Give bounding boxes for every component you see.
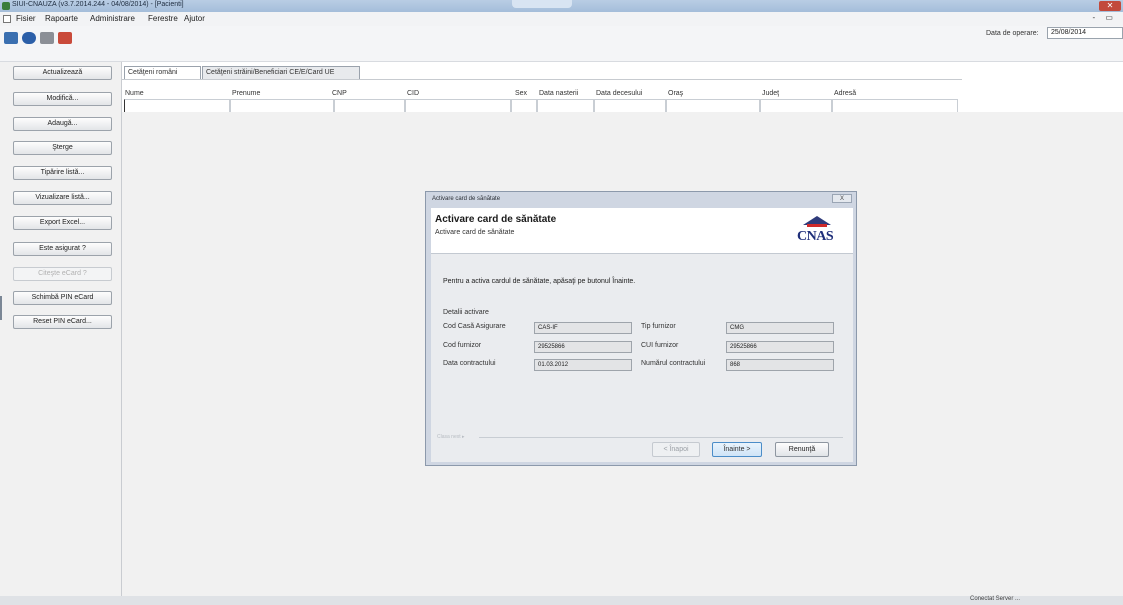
operation-date-field[interactable]: 25/08/2014 [1047, 27, 1123, 39]
close-window-icon[interactable]: ✕ [1099, 1, 1121, 11]
column-header-data-decesului[interactable]: Data decesului [596, 90, 642, 97]
contract-date-label: Data contractului [443, 360, 496, 367]
dialog-subheading: Activare card de sănătate [435, 229, 515, 236]
menu-item-fisier[interactable]: Fisier [16, 14, 36, 23]
dialog-window-title: Activare card de sănătate [432, 196, 501, 202]
mdi-child-icon[interactable] [3, 15, 11, 23]
provider-cui-value: 29525866 [726, 341, 834, 353]
document-icon[interactable] [58, 32, 72, 44]
toolbar: Data de operare: 25/08/2014 [0, 26, 1123, 62]
reset-pin-button[interactable]: Reset PIN eCard... [13, 315, 112, 329]
app-icon [2, 2, 10, 10]
contract-number-label: Numărul contractului [641, 360, 706, 367]
dialog-intro-text: Pentru a activa cardul de sănătate, apăs… [443, 278, 636, 285]
contract-date-value: 01.03.2012 [534, 359, 632, 371]
provider-cui-label: CUI furnizor [641, 342, 679, 349]
check-insured-button[interactable]: Este asigurat ? [13, 242, 112, 256]
patients-grid: Nume Prenume CNP CID Sex Data nasterii D… [122, 79, 962, 113]
filter-cell-data-nasterii[interactable] [537, 99, 594, 113]
filter-cell-adresa[interactable] [832, 99, 958, 113]
splitter-handle[interactable] [0, 296, 4, 320]
print-list-button[interactable]: Tipărire listă... [13, 166, 112, 180]
column-header-adresa[interactable]: Adresă [834, 90, 856, 97]
read-ecard-button[interactable]: Citeşte eCard ? [13, 267, 112, 281]
column-header-cid[interactable]: CID [407, 90, 419, 97]
dialog-body: Pentru a activa cardul de sănătate, apăs… [431, 254, 853, 462]
title-bar: SIUI-CNAUZA (v3.7.2014.244 - 04/08/2014)… [0, 0, 1123, 12]
column-header-data-nasterii[interactable]: Data nasterii [539, 90, 578, 97]
export-excel-button[interactable]: Export Excel... [13, 216, 112, 230]
tab-romanian-citizens[interactable]: Cetăţeni români [124, 66, 201, 79]
provider-type-label: Tip furnizor [641, 323, 676, 330]
dialog-close-button[interactable]: X [832, 194, 852, 203]
window-title: SIUI-CNAUZA (v3.7.2014.244 - 04/08/2014)… [12, 1, 184, 8]
view-list-button[interactable]: Vizualizare listă... [13, 191, 112, 205]
menu-item-ajutor[interactable]: Ajutor [184, 14, 205, 23]
menu-bar: Fisier Rapoarte Administrare Ferestre Aj… [0, 12, 1123, 26]
column-header-oras[interactable]: Oraş [668, 90, 683, 97]
child-window-controls[interactable]: - ▭ [1093, 13, 1117, 22]
filter-cell-data-decesului[interactable] [594, 99, 666, 113]
filter-cell-cnp[interactable] [334, 99, 405, 113]
people-icon[interactable] [4, 32, 18, 44]
filter-cell-sex[interactable] [511, 99, 537, 113]
provider-code-label: Cod furnizor [443, 342, 482, 349]
back-button[interactable]: < Înapoi [652, 442, 700, 457]
tab-foreign-citizens[interactable]: Cetăţeni străini/Beneficiari CE/E/Card U… [202, 66, 360, 79]
filter-cell-oras[interactable] [666, 99, 760, 113]
title-bar-notch [512, 0, 572, 8]
logo-stripe-shape [807, 224, 827, 227]
filter-cell-judet[interactable] [760, 99, 832, 113]
menu-item-ferestre[interactable]: Ferestre [148, 14, 178, 23]
delete-button[interactable]: Şterge [13, 141, 112, 155]
next-button[interactable]: Înainte > [712, 442, 762, 457]
filter-cell-nume[interactable] [124, 99, 230, 113]
operation-date-label: Data de operare: [986, 30, 1039, 37]
column-header-prenume[interactable]: Prenume [232, 90, 260, 97]
printer-icon[interactable] [40, 32, 54, 44]
step-separator-line [479, 437, 843, 438]
column-header-cnp[interactable]: CNP [332, 90, 347, 97]
card-icon[interactable] [22, 32, 36, 44]
cnas-logo: CNAS [793, 216, 843, 250]
menu-item-rapoarte[interactable]: Rapoarte [45, 14, 78, 23]
add-button[interactable]: Adaugă... [13, 117, 112, 131]
menu-item-administrare[interactable]: Administrare [90, 14, 135, 23]
refresh-button[interactable]: Actualizează [13, 66, 112, 80]
column-header-nume[interactable]: Nume [125, 90, 144, 97]
filter-cell-cid[interactable] [405, 99, 511, 113]
provider-code-value: 29525866 [534, 341, 632, 353]
step-separator-label: Clasa next ▸ [437, 434, 465, 440]
dialog-heading: Activare card de sănătate [435, 214, 557, 225]
status-bar: Conectat Server ... [0, 596, 1123, 605]
column-header-judet[interactable]: Judeţ [762, 90, 779, 97]
filter-cell-prenume[interactable] [230, 99, 334, 113]
activation-details-title: Detalii activare [443, 309, 489, 316]
left-action-pane: Actualizează Modifică... Adaugă... Şterg… [0, 62, 122, 596]
change-pin-button[interactable]: Schimbă PIN eCard [13, 291, 112, 305]
dialog-header: Activare card de sănătate Activare card … [431, 208, 853, 254]
insurance-house-value: CAS-IF [534, 322, 632, 334]
cancel-button[interactable]: Renunţă [775, 442, 829, 457]
status-text: Conectat Server ... [970, 596, 1021, 602]
insurance-house-label: Cod Casă Asigurare [443, 323, 506, 330]
activate-card-dialog: Activare card de sănătate X Activare car… [425, 191, 857, 466]
provider-type-value: CMG [726, 322, 834, 334]
logo-text: CNAS [797, 229, 834, 244]
contract-number-value: 868 [726, 359, 834, 371]
edit-button[interactable]: Modifică... [13, 92, 112, 106]
column-header-sex[interactable]: Sex [515, 90, 527, 97]
